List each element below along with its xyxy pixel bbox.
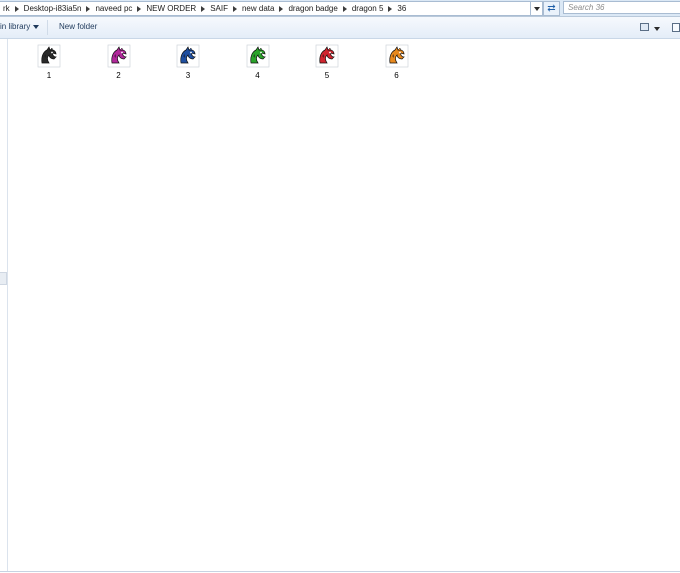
refresh-icon: ⇄ <box>547 2 556 14</box>
chevron-right-icon[interactable] <box>14 5 19 12</box>
dragon-image-icon <box>385 44 409 68</box>
file-name-label: 6 <box>394 71 399 80</box>
include-in-library-label: in library <box>0 22 31 31</box>
file-name-label: 3 <box>185 71 191 80</box>
breadcrumb-item[interactable]: 36 <box>394 4 409 13</box>
breadcrumb-item[interactable]: rk <box>0 4 13 13</box>
address-history-dropdown[interactable] <box>531 1 543 16</box>
file-name-label: 5 <box>324 71 330 80</box>
dragon-image-icon <box>176 44 200 68</box>
breadcrumb-item[interactable]: SAIF <box>207 4 231 13</box>
new-folder-button[interactable]: New folder <box>59 22 97 31</box>
breadcrumb-item[interactable]: dragon 5 <box>349 4 387 13</box>
navigation-pane-edge <box>7 39 8 571</box>
dragon-image-icon <box>246 44 270 68</box>
file-item[interactable]: 6 <box>377 44 417 80</box>
dragon-image-icon <box>37 44 61 68</box>
chevron-right-icon[interactable] <box>86 5 91 12</box>
breadcrumb[interactable]: rk Desktop-i83ia5n naveed pc NEW ORDER S… <box>0 1 531 16</box>
dragon-image-icon <box>107 44 131 68</box>
include-in-library-button[interactable]: in library <box>0 22 40 31</box>
navigation-pane-splitter[interactable] <box>0 272 7 285</box>
chevron-right-icon[interactable] <box>388 5 393 12</box>
breadcrumb-item[interactable]: Desktop-i83ia5n <box>21 4 85 13</box>
file-item[interactable]: 4 <box>238 44 278 80</box>
address-bar: rk Desktop-i83ia5n naveed pc NEW ORDER S… <box>0 0 680 17</box>
chevron-down-icon <box>533 6 540 11</box>
chevron-down-icon <box>33 24 40 29</box>
dragon-image-icon <box>315 44 339 68</box>
file-item[interactable]: 3 <box>168 44 208 80</box>
toolbar-divider <box>47 20 48 35</box>
chevron-right-icon[interactable] <box>342 5 347 12</box>
change-view-icon[interactable] <box>640 23 649 31</box>
command-bar: in library New folder <box>0 17 680 39</box>
chevron-right-icon[interactable] <box>279 5 284 12</box>
refresh-button[interactable]: ⇄ <box>543 1 560 16</box>
breadcrumb-item[interactable]: dragon badge <box>285 4 340 13</box>
status-bar-border <box>0 571 680 572</box>
chevron-right-icon[interactable] <box>137 5 142 12</box>
file-item[interactable]: 1 <box>29 44 69 80</box>
chevron-right-icon[interactable] <box>201 5 206 12</box>
file-name-label: 2 <box>116 71 121 80</box>
chevron-down-icon[interactable] <box>654 27 660 31</box>
file-item[interactable]: 5 <box>307 44 347 80</box>
search-input[interactable]: Search 36 <box>563 1 680 14</box>
chevron-right-icon[interactable] <box>232 5 237 12</box>
breadcrumb-item[interactable]: NEW ORDER <box>143 4 199 13</box>
file-item[interactable]: 2 <box>99 44 139 80</box>
preview-pane-icon[interactable] <box>672 23 680 32</box>
file-name-label: 4 <box>255 71 260 80</box>
file-name-label: 1 <box>46 71 52 80</box>
breadcrumb-item[interactable]: new data <box>239 4 277 13</box>
breadcrumb-item[interactable]: naveed pc <box>92 4 135 13</box>
